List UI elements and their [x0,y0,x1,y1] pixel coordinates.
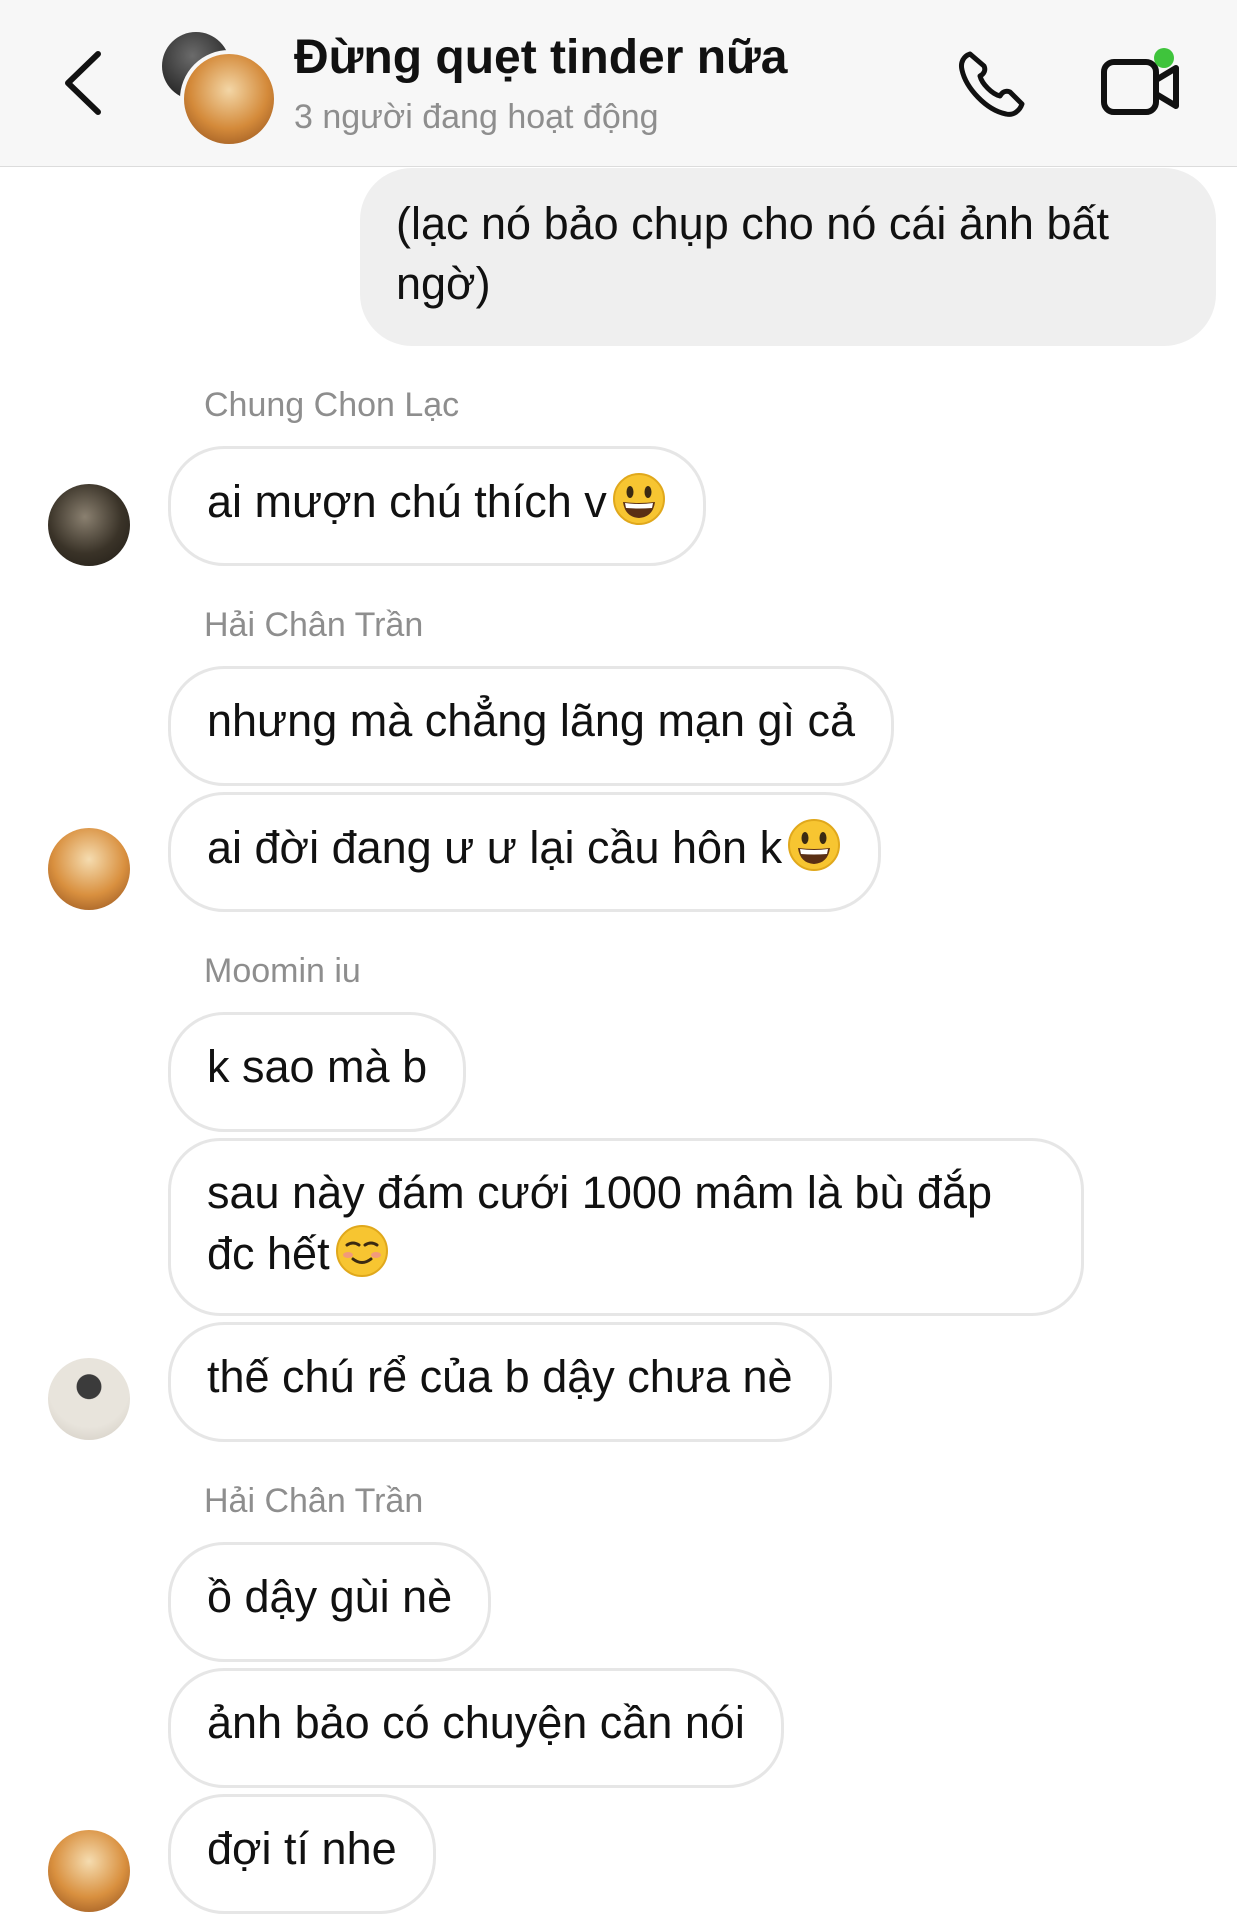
incoming-message[interactable]: ai đời đang ư ư lại cầu hôn k [168,792,882,912]
incoming-message[interactable]: nhưng mà chẳng lãng mạn gì cả [168,666,895,786]
message-text: thế chú rể của b dậy chưa nè [207,1351,793,1402]
phone-call-icon[interactable] [956,48,1028,120]
group-avatar[interactable] [160,26,278,148]
message-text: k sao mà b [207,1041,428,1092]
sender-name: Chung Chon Lạc [204,386,460,424]
incoming-message[interactable]: ảnh bảo có chuyện cần nói [168,1668,784,1788]
grinning-face-emoji [788,819,841,871]
avatar[interactable] [48,1358,130,1440]
grinning-face-emoji [612,473,665,525]
message-text: ồ dậy gùi nè [207,1571,453,1622]
back-arrow-icon[interactable] [58,48,108,118]
active-status: 3 người đang hoạt động [294,98,659,136]
message-text: nhưng mà chẳng lãng mạn gì cả [207,695,856,746]
active-dot-icon [1154,48,1174,68]
video-call-icon[interactable] [1100,46,1182,120]
message-text: ai mượn chú thích v [207,476,607,527]
message-text: (lạc nó bảo chụp cho nó cái ảnh bất ngờ) [396,198,1110,309]
incoming-message[interactable]: thế chú rể của b dậy chưa nè [168,1322,832,1442]
avatar[interactable] [48,484,130,566]
incoming-message[interactable]: đợi tí nhe [168,1794,436,1914]
sender-name: Hải Chân Trần [204,1482,424,1520]
incoming-message[interactable]: k sao mà b [168,1012,467,1132]
smiling-face-emoji [335,1225,388,1277]
incoming-message[interactable]: ai mượn chú thích v [168,446,706,566]
sender-name: Hải Chân Trần [204,606,424,644]
message-text: sau này đám cưới 1000 mâm là bù đắp đc h… [207,1167,993,1279]
message-text: đợi tí nhe [207,1823,397,1874]
incoming-message[interactable]: ồ dậy gùi nè [168,1542,492,1662]
outgoing-message[interactable]: (lạc nó bảo chụp cho nó cái ảnh bất ngờ) [360,168,1216,346]
sender-name: Moomin iu [204,952,361,990]
chat-title[interactable]: Đừng quẹt tinder nữa [294,30,788,85]
member-avatar [180,50,278,148]
incoming-message[interactable]: sau này đám cưới 1000 mâm là bù đắp đc h… [168,1138,1084,1316]
message-text: ảnh bảo có chuyện cần nói [207,1697,745,1748]
avatar[interactable] [48,1830,130,1912]
avatar[interactable] [48,828,130,910]
message-text: ai đời đang ư ư lại cầu hôn k [207,822,783,873]
chat-header: Đừng quẹt tinder nữa 3 người đang hoạt đ… [0,0,1237,167]
